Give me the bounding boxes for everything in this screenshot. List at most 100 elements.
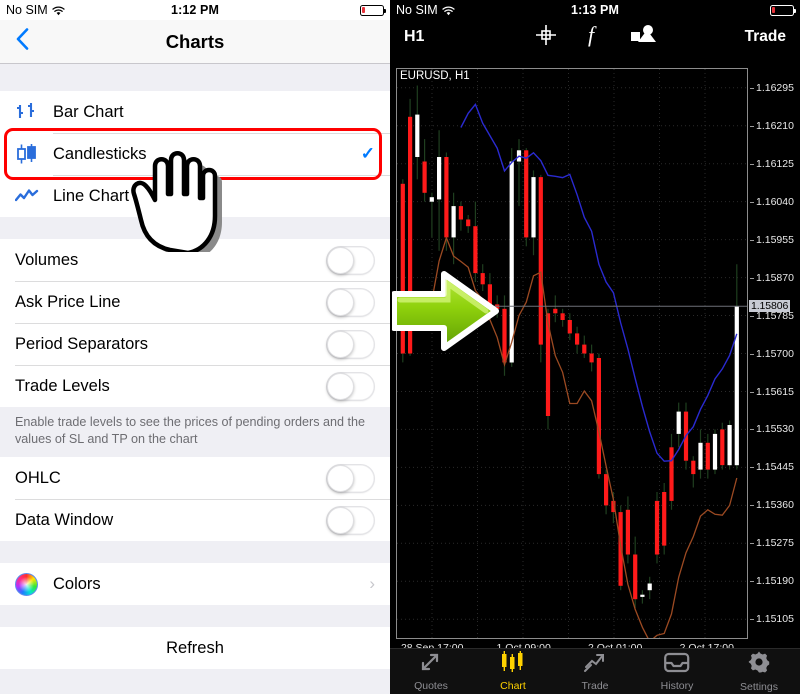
trade-levels-footnote: Enable trade levels to see the prices of…: [0, 407, 390, 458]
toggle-group-2: OHLC Data Window: [0, 457, 390, 542]
colors-group: Colors ›: [0, 563, 390, 606]
price-axis-label: 1.16210: [756, 119, 794, 132]
tab-quotes[interactable]: Quotes: [390, 651, 472, 692]
setting-label: Trade Levels: [15, 376, 110, 395]
setting-label: Period Separators: [15, 334, 148, 353]
price-axis-label: 1.15870: [756, 271, 794, 284]
volumes-toggle[interactable]: [326, 245, 375, 275]
setting-row-colors[interactable]: Colors ›: [0, 563, 390, 606]
svg-text:f: f: [588, 23, 597, 47]
bottom-tab-bar: Quotes Chart Trade History Settings: [390, 648, 800, 694]
price-axis-tick: [750, 277, 754, 279]
trade-button[interactable]: Trade: [716, 28, 786, 46]
price-axis-tick: [750, 581, 754, 583]
section-gap-2: [0, 541, 390, 564]
price-axis-tick: [750, 239, 754, 241]
price-axis-tick: [750, 505, 754, 507]
price-axis-tick: [750, 619, 754, 621]
period-separators-toggle[interactable]: [326, 329, 375, 359]
current-price-tag: 1.15806: [749, 300, 791, 313]
line-chart-icon: [15, 188, 53, 204]
list-item-bar-chart[interactable]: Bar Chart: [0, 91, 390, 133]
objects-icon[interactable]: [630, 24, 656, 51]
battery-icon: [770, 4, 797, 16]
trend-arrow-icon: [583, 651, 607, 678]
ask-price-line-toggle[interactable]: [326, 287, 375, 317]
price-axis-tick: [750, 315, 754, 317]
price-axis-tick: [750, 429, 754, 431]
green-arrow-pointer: [391, 262, 500, 365]
tab-label: Settings: [740, 681, 778, 693]
setting-label: OHLC: [15, 468, 61, 487]
data-window-toggle[interactable]: [326, 505, 375, 535]
timeframe-button[interactable]: H1: [404, 28, 474, 46]
price-axis-label: 1.15615: [756, 385, 794, 398]
refresh-group: Refresh: [0, 627, 390, 670]
pointing-hand-cursor: [124, 148, 236, 259]
tab-label: History: [660, 679, 694, 692]
gear-icon: [747, 650, 771, 679]
price-axis-label: 1.15445: [756, 461, 794, 474]
price-axis-label: 1.15360: [756, 499, 794, 512]
crosshair-icon[interactable]: [534, 23, 558, 52]
candlestick-icon: [15, 143, 53, 165]
tab-trade[interactable]: Trade: [554, 651, 636, 692]
checkmark-icon: ✓: [360, 144, 375, 163]
chevron-right-icon: ›: [369, 574, 375, 594]
ohlc-toggle[interactable]: [326, 463, 375, 493]
price-axis-label: 1.16125: [756, 157, 794, 170]
setting-row-ohlc[interactable]: OHLC: [0, 457, 390, 500]
price-axis-tick: [750, 201, 754, 203]
price-axis-label: 1.15530: [756, 423, 794, 436]
color-wheel-icon: [15, 572, 53, 596]
toolbar-icon-group: f: [474, 22, 716, 52]
status-time: 1:12 PM: [171, 3, 219, 17]
price-axis-tick: [750, 163, 754, 165]
setting-row-ask-price-line[interactable]: Ask Price Line: [0, 281, 390, 323]
price-axis: 1.16295 1.16210 1.16125 1.16040 1.15955 1.158…: [750, 54, 800, 650]
battery-icon: [360, 4, 387, 16]
price-axis-label: 1.16040: [756, 195, 794, 208]
setting-label: Data Window: [15, 510, 114, 529]
tab-chart[interactable]: Chart: [472, 651, 554, 692]
price-axis-label: 1.15955: [756, 233, 794, 246]
status-bar-left: No SIM 1:12 PM: [0, 0, 390, 20]
f-function-icon[interactable]: f: [586, 22, 602, 52]
price-axis-tick: [750, 391, 754, 393]
tab-history[interactable]: History: [636, 652, 718, 692]
status-time: 1:13 PM: [571, 3, 619, 17]
settings-phone-panel: No SIM 1:12 PM Charts Bar Chart Candlest…: [0, 0, 390, 694]
price-axis-label: 1.15700: [756, 347, 794, 360]
setting-row-period-separators[interactable]: Period Separators: [0, 323, 390, 365]
tab-label: Chart: [500, 680, 526, 692]
page-title: Charts: [165, 30, 225, 52]
section-gap-bottom: [0, 669, 390, 694]
price-axis-tick: [750, 87, 754, 89]
price-axis-tick: [750, 353, 754, 355]
price-axis-label: 1.16295: [756, 81, 794, 94]
trade-levels-toggle[interactable]: [326, 371, 375, 401]
list-item-label: Bar Chart: [53, 102, 124, 121]
candlestick-icon: [500, 651, 526, 678]
price-axis-label: 1.15105: [756, 613, 794, 626]
price-axis-tick: [750, 125, 754, 127]
price-axis-label: 1.15190: [756, 575, 794, 588]
section-gap-3: [0, 605, 390, 628]
chart-symbol-label: EURUSD, H1: [400, 70, 470, 82]
tab-settings[interactable]: Settings: [718, 650, 800, 693]
refresh-button[interactable]: Refresh: [0, 627, 390, 670]
setting-row-trade-levels[interactable]: Trade Levels: [0, 365, 390, 407]
navigation-bar: Charts: [0, 20, 390, 64]
inbox-icon: [664, 652, 690, 678]
toggle-group-1: Volumes Ask Price Line Period Separators…: [0, 239, 390, 407]
tab-label: Trade: [581, 680, 609, 692]
status-bar-right: No SIM 1:13 PM: [390, 0, 800, 20]
setting-label: Ask Price Line: [15, 292, 121, 311]
price-axis-tick: [750, 543, 754, 545]
setting-row-data-window[interactable]: Data Window: [0, 499, 390, 542]
quotes-arrows-icon: [419, 651, 443, 678]
tab-label: Quotes: [414, 680, 448, 692]
screenshot-root: No SIM 1:12 PM Charts Bar Chart Candlest…: [0, 0, 800, 694]
price-axis-tick: [750, 467, 754, 469]
refresh-label: Refresh: [166, 638, 224, 657]
